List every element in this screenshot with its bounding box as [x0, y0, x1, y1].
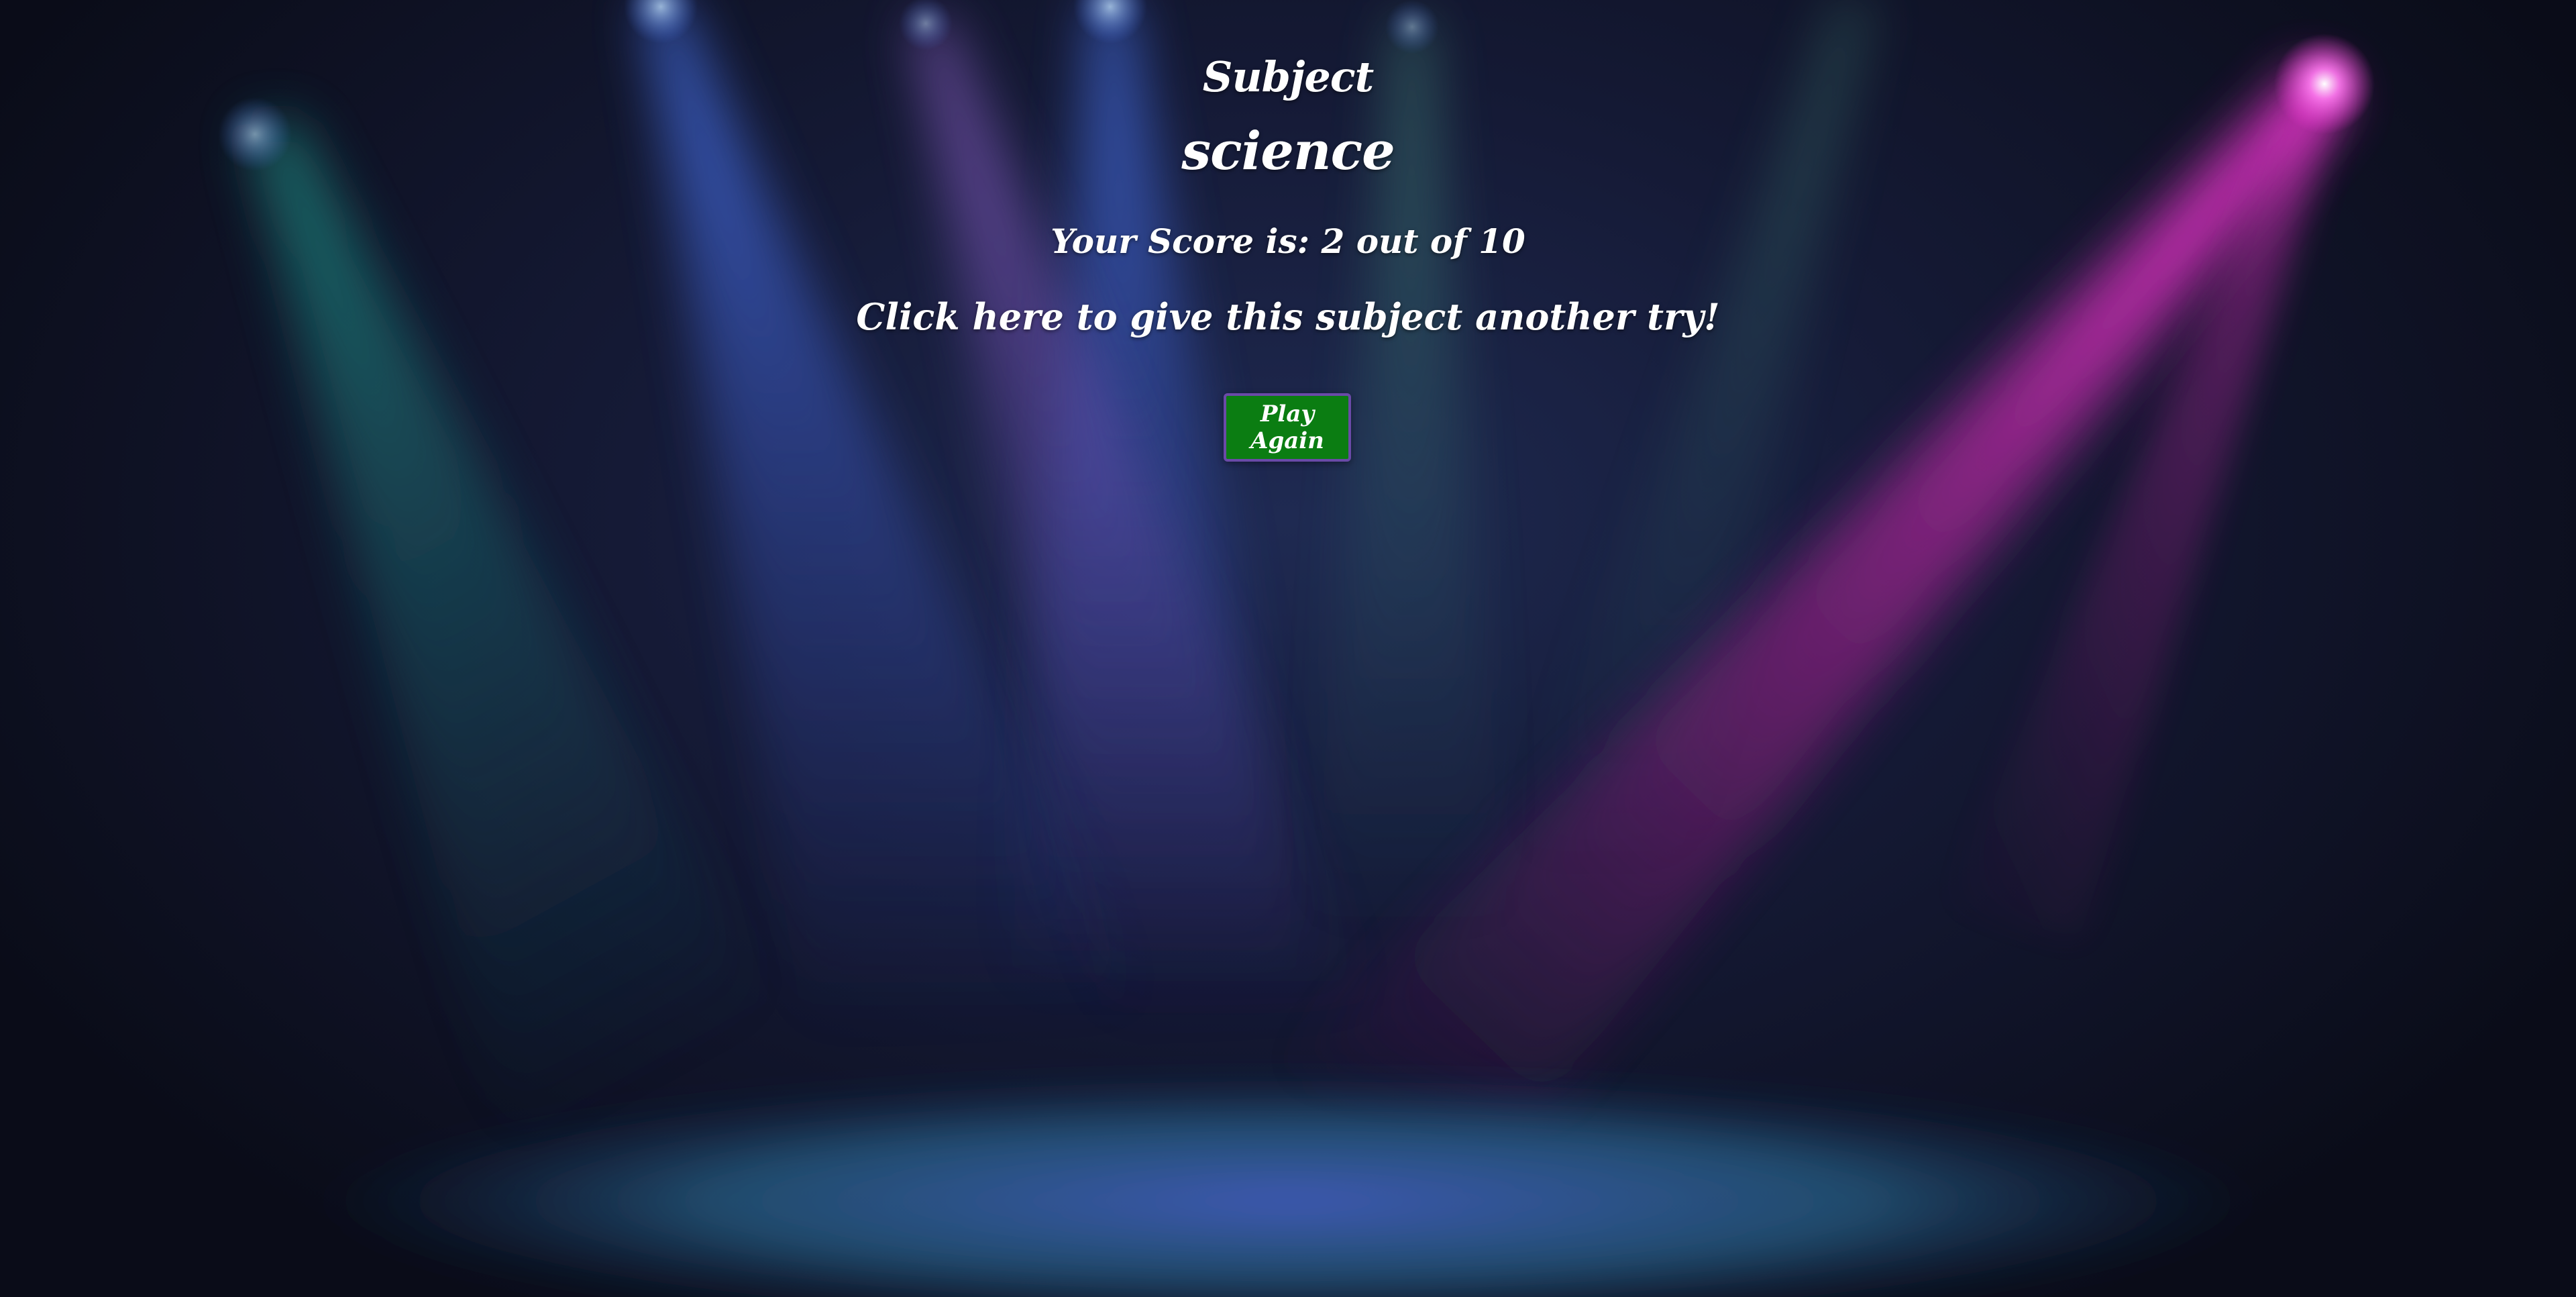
- play-again-button[interactable]: Play Again: [1224, 393, 1351, 462]
- subject-name: science: [1181, 121, 1395, 182]
- subject-heading: Subject: [1202, 52, 1374, 101]
- score-text: Your Score is: 2 out of 10: [1051, 221, 1525, 261]
- spotlight-beams: [218, 0, 2375, 1297]
- retry-prompt: Click here to give this subject another …: [856, 295, 1720, 338]
- stage-background: [0, 0, 2576, 1297]
